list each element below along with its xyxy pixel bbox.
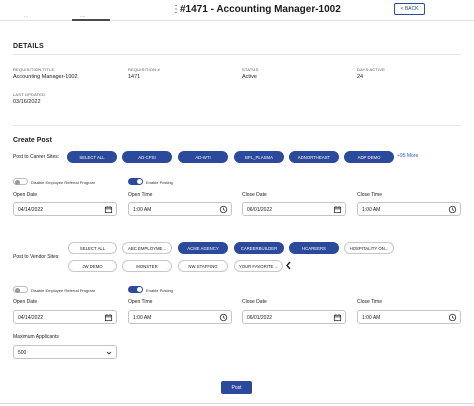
toggle-knob [137,287,142,292]
post-button[interactable]: Post [221,381,252,394]
requisition-title: REQUISITION TITLE Accounting Manager-100… [13,67,78,80]
vendor-close-time-label: Close Time [357,299,383,305]
career-open-date-value: 04/14/2022 [18,207,44,213]
chevron-left-icon[interactable] [285,261,292,270]
clock-icon[interactable] [448,313,457,322]
requisition-number-label: REQUISITION # [128,67,160,72]
career-close-time-value: 1:00 AM [362,207,381,213]
vendor-site-nw-staffing[interactable]: NW STAFFING [178,260,228,272]
toggle-knob [15,180,20,185]
career-open-time-label: Open Time [128,192,153,198]
vendor-site-hcareers[interactable]: HCAREERS [289,242,339,254]
vendor-close-time-value: 1:00 AM [362,315,381,321]
section-divider [13,125,461,126]
days-active-value: 24 [357,74,364,80]
status: STATUS Active [242,67,258,80]
career-site-ad-wti[interactable]: AD-WTI [178,151,228,163]
top-bar: ... .... ⋮ #1471 - Accounting Manager-10… [0,0,474,21]
vendor-posting-toggle[interactable] [128,286,143,293]
clock-icon[interactable] [448,205,457,214]
career-site-ad-cpsi[interactable]: AD-CPSI [122,151,172,163]
toggle-knob [15,288,20,293]
vendor-site-careerbuilder[interactable]: CAREERBUILDER [234,242,284,254]
career-open-date-label: Open Date [13,192,38,198]
career-site-adp-demo[interactable]: ADP DEMO [344,151,394,163]
vendor-site-jw-demo[interactable]: JW DEMO [68,260,117,272]
status-value: Active [242,74,257,80]
create-post-heading: Create Post [13,137,52,144]
calendar-icon[interactable] [104,313,113,322]
career-close-time-label: Close Time [357,192,383,198]
career-site-bpl-plasma[interactable]: BPL_PLASMA [234,151,284,163]
career-open-date-input[interactable]: 04/14/2022 [13,202,117,216]
vendor-sites-label: Post to Vendor Sites: [13,254,60,260]
calendar-icon[interactable] [333,205,342,214]
calendar-icon[interactable] [333,313,342,322]
vendor-close-time-input[interactable]: 1:00 AM [357,310,461,324]
career-site-adnortheast[interactable]: ADNORTHEAST [289,151,339,163]
vendor-erp-toggle-label: Disable Employee Referral Program [31,288,96,293]
vendor-site-select-all[interactable]: SELECT ALL [68,242,117,254]
bottom-divider [0,403,474,404]
tab-strip: ... .... [0,0,160,22]
chevron-down-icon [106,351,112,355]
vendor-close-date-value: 06/01/2022 [247,315,273,321]
career-erp-toggle-label: Disable Employee Referral Program [31,180,96,185]
calendar-icon[interactable] [104,205,113,214]
vendor-open-date-input[interactable]: 04/14/2022 [13,310,117,324]
vendor-site-your-favorite[interactable]: YOUR FAVORITE ... [234,260,283,272]
vendor-open-time-input[interactable]: 1:00 AM [128,310,232,324]
active-tab-indicator [72,19,110,21]
toggle-knob [137,179,142,184]
career-close-date-value: 06/01/2022 [247,207,273,213]
vendor-open-date-label: Open Date [13,299,38,305]
days-active: DAYS ACTIVE 24 [357,67,385,80]
vendor-open-date-value: 04/14/2022 [18,315,44,321]
vendor-open-time-label: Open Time [128,299,153,305]
requisition-title-value: Accounting Manager-1002 [13,74,78,80]
career-close-date-label: Close Date [242,192,267,198]
clock-icon[interactable] [219,313,228,322]
vendor-site-acme-agency[interactable]: ACME AGENCY [178,242,228,254]
details-heading: DETAILS [13,43,44,50]
last-updated: LAST UPDATED 03/16/2022 [13,92,45,105]
last-updated-value: 03/16/2022 [13,99,41,105]
career-close-time-input[interactable]: 1:00 AM [357,202,461,216]
career-open-time-input[interactable]: 1:00 AM [128,202,232,216]
career-sites-label: Post to Career Sites: [13,154,60,160]
vendor-erp-toggle[interactable] [13,286,28,293]
vendor-site-monster[interactable]: MONSTER [122,260,172,272]
career-posting-toggle[interactable] [128,178,143,185]
max-applicants-select[interactable]: 500 [13,345,117,359]
career-posting-toggle-label: Enable Posting [146,180,173,185]
max-applicants-value: 500 [18,350,27,356]
requisition-title-label: REQUISITION TITLE [13,67,55,72]
page-title: #1471 - Accounting Manager-1002 [180,4,341,15]
status-label: STATUS [242,67,259,72]
requisition-number-value: 1471 [128,74,141,80]
vendor-close-date-label: Close Date [242,299,267,305]
requisition-number: REQUISITION # 1471 [128,67,160,80]
max-applicants-label: Maximum Applicants [13,334,59,340]
vendor-site-hospitality-online[interactable]: HOSPITALITY ON... [344,242,394,254]
vendor-open-time-value: 1:00 AM [133,315,152,321]
back-button[interactable]: < BACK [394,3,425,15]
vendor-close-date-input[interactable]: 06/01/2022 [242,310,346,324]
career-erp-toggle[interactable] [13,178,28,185]
tab-details[interactable]: ... [24,13,28,19]
vendor-posting-toggle-label: Enable Posting [146,288,173,293]
clock-icon[interactable] [219,205,228,214]
last-updated-label: LAST UPDATED [13,92,46,97]
details-divider [13,54,461,55]
career-site-select-all[interactable]: SELECT ALL [67,151,117,163]
vendor-site-abc-employment[interactable]: ABC EMPLOYME... [122,242,172,254]
more-career-sites-link[interactable]: +95 More [397,153,418,159]
career-close-date-input[interactable]: 06/01/2022 [242,202,346,216]
career-open-time-value: 1:00 AM [133,207,152,213]
days-active-label: DAYS ACTIVE [357,67,386,72]
